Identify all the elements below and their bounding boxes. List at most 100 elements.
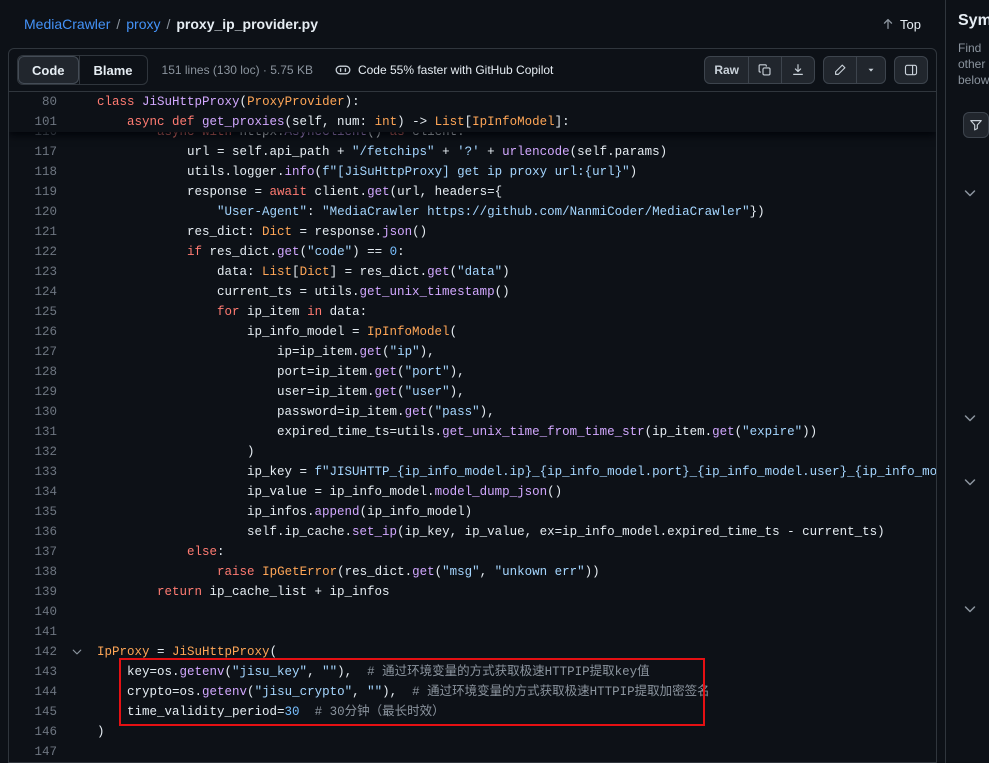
line-number[interactable]: 130 [9,402,57,422]
code-line: 126 ip_info_model = IpInfoModel( [9,322,936,342]
breadcrumb-bar: MediaCrawler / proxy / proxy_ip_provider… [8,0,937,48]
raw-button[interactable]: Raw [704,56,749,84]
line-number[interactable]: 125 [9,302,57,322]
chevron-down-icon[interactable] [962,185,978,201]
line-number[interactable]: 127 [9,342,57,362]
edit-dropdown-button[interactable] [857,56,886,84]
line-number[interactable]: 144 [9,682,57,702]
copy-button[interactable] [749,56,782,84]
code-line: 142 IpProxy = JiSuHttpProxy( [9,642,936,662]
line-number[interactable]: 121 [9,222,57,242]
edit-button[interactable] [823,56,857,84]
code-text: utils.logger.info(f"[JiSuHttpProxy] get … [97,162,936,182]
code-line: 80 class JiSuHttpProxy(ProxyProvider): [9,92,936,112]
code-line: 144 crypto=os.getenv("jisu_crypto", ""),… [9,682,936,702]
code-blame-switcher: Code Blame [17,55,148,85]
code-text: ip=ip_item.get("ip"), [97,342,936,362]
fold-spacer [57,112,97,132]
code-line: 134 ip_value = ip_info_model.model_dump_… [9,482,936,502]
line-number[interactable]: 118 [9,162,57,182]
copilot-banner[interactable]: Code 55% faster with GitHub Copilot [335,62,553,78]
line-number[interactable]: 119 [9,182,57,202]
line-number[interactable]: 129 [9,382,57,402]
file-toolbar: Code Blame 151 lines (130 loc) · 5.75 KB… [8,48,937,92]
fold-spacer [57,182,97,202]
filter-button[interactable] [963,112,989,138]
line-number[interactable]: 137 [9,542,57,562]
code-text: class JiSuHttpProxy(ProxyProvider): [97,92,936,112]
fold-spacer [57,362,97,382]
code-text: ip_infos.append(ip_info_model) [97,502,936,522]
code-text: crypto=os.getenv("jisu_crypto", ""), # 通… [97,682,936,702]
fold-spacer [57,522,97,542]
code-text: if res_dict.get("code") == 0: [97,242,936,262]
code-line: 123 data: List[Dict] = res_dict.get("dat… [9,262,936,282]
fold-spacer [57,402,97,422]
line-number[interactable]: 132 [9,442,57,462]
line-number[interactable]: 123 [9,262,57,282]
line-number[interactable]: 117 [9,142,57,162]
code-lines: 116 async with httpx.AsyncClient() as cl… [9,92,936,762]
line-number[interactable]: 142 [9,642,57,662]
code-text: raise IpGetError(res_dict.get("msg", "un… [97,562,936,582]
code-line: 121 res_dict: Dict = response.json() [9,222,936,242]
fold-spacer [57,262,97,282]
line-number[interactable]: 126 [9,322,57,342]
fold-spacer [57,562,97,582]
fold-spacer [57,602,97,622]
line-number[interactable]: 122 [9,242,57,262]
line-number[interactable]: 134 [9,482,57,502]
symbols-panel-toggle-button[interactable] [894,56,928,84]
chevron-down-icon[interactable] [962,474,978,490]
fold-spacer [57,422,97,442]
chevron-down-icon[interactable] [962,601,978,617]
sticky-scope-lines: 80 class JiSuHttpProxy(ProxyProvider): 101… [9,92,936,132]
code-text: expired_time_ts=utils.get_unix_time_from… [97,422,936,442]
tab-code[interactable]: Code [18,56,79,84]
line-number[interactable]: 135 [9,502,57,522]
fold-spacer [57,382,97,402]
code-text: ) [97,442,936,462]
symbols-description-line: Find [958,40,989,56]
fold-chevron-icon[interactable] [57,642,97,662]
line-number[interactable]: 101 [9,112,57,132]
code-text: IpProxy = JiSuHttpProxy( [97,642,936,662]
line-number[interactable]: 133 [9,462,57,482]
breadcrumb-dir-link[interactable]: proxy [126,16,160,32]
fold-spacer [57,722,97,742]
breadcrumb-repo-link[interactable]: MediaCrawler [24,16,110,32]
line-number[interactable]: 139 [9,582,57,602]
line-number[interactable]: 145 [9,702,57,722]
code-line: 146) [9,722,936,742]
code-line: 125 for ip_item in data: [9,302,936,322]
chevron-down-icon[interactable] [962,410,978,426]
code-text: "User-Agent": "MediaCrawler https://gith… [97,202,936,222]
line-number[interactable]: 140 [9,602,57,622]
copy-icon [758,63,772,77]
tab-blame[interactable]: Blame [79,56,147,84]
code-line: 140 [9,602,936,622]
code-line: 132 ) [9,442,936,462]
back-to-top-button[interactable]: Top [881,17,921,32]
line-number[interactable]: 128 [9,362,57,382]
line-number[interactable]: 143 [9,662,57,682]
line-number[interactable]: 80 [9,92,57,112]
download-button[interactable] [782,56,815,84]
code-text: for ip_item in data: [97,302,936,322]
fold-spacer [57,662,97,682]
line-number[interactable]: 138 [9,562,57,582]
fold-spacer [57,322,97,342]
fold-spacer [57,222,97,242]
line-number[interactable]: 146 [9,722,57,742]
code-text: ) [97,722,936,742]
copilot-icon [335,62,351,78]
line-number[interactable]: 120 [9,202,57,222]
line-number[interactable]: 141 [9,622,57,642]
line-number[interactable]: 124 [9,282,57,302]
code-text [97,622,936,642]
line-number[interactable]: 131 [9,422,57,442]
line-number[interactable]: 147 [9,742,57,762]
symbols-panel: Sym Find other below [945,0,989,763]
line-number[interactable]: 136 [9,522,57,542]
fold-spacer [57,502,97,522]
